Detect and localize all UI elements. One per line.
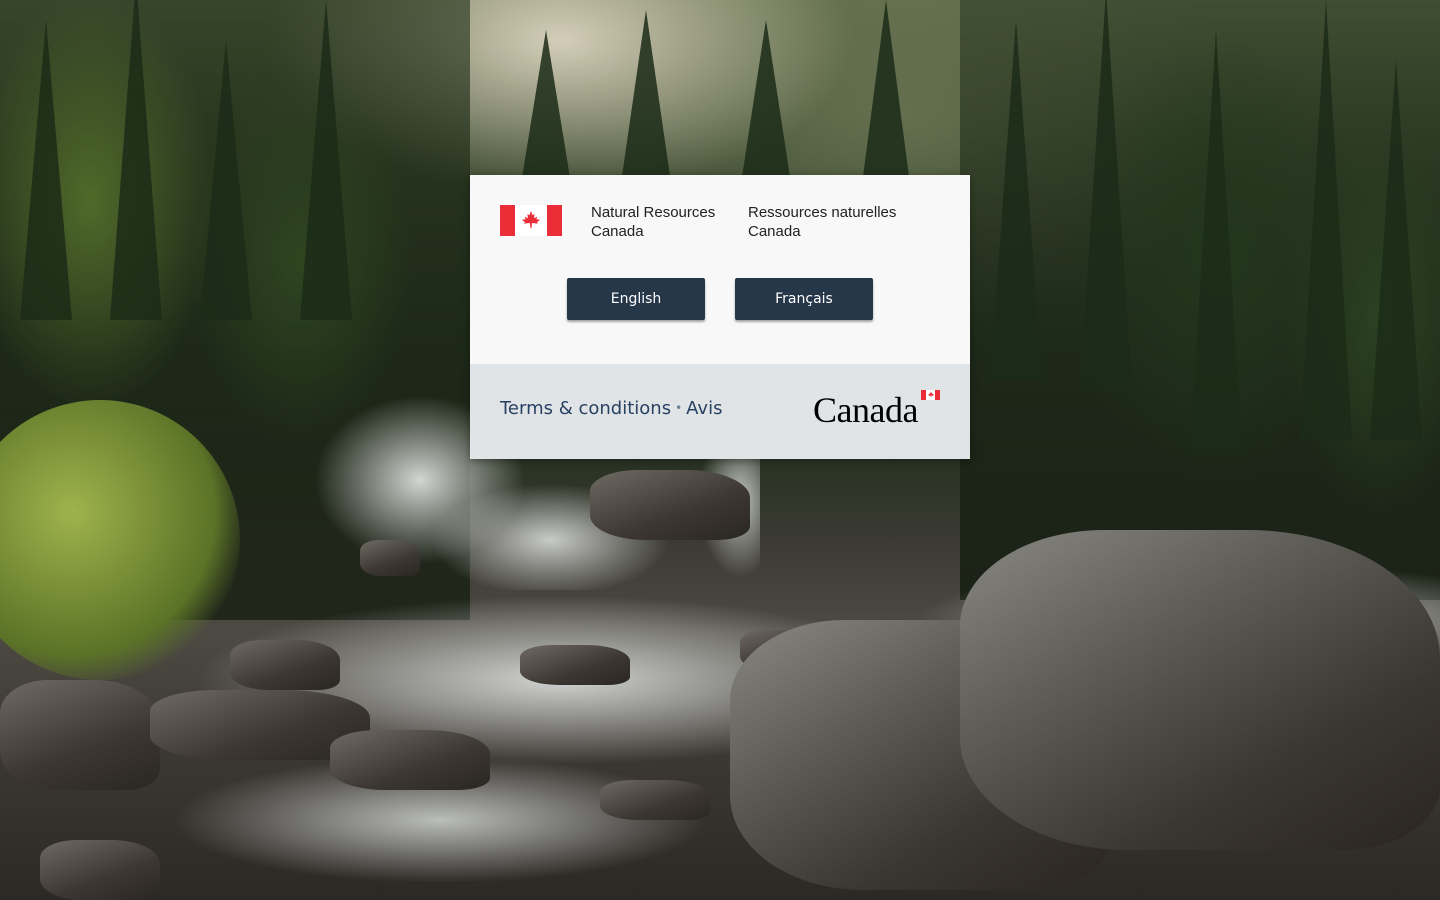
wordmark-maple-leaf-icon [927,391,934,398]
signature-en-line1: Natural Resources [591,204,716,221]
tree [110,0,162,320]
boulder [960,530,1440,850]
tree [990,20,1042,380]
tree [1080,0,1132,390]
wordmark-flag-center [926,390,935,400]
tree [1300,0,1352,440]
signature-en-line2: Canada [591,223,644,240]
canada-flag-icon [500,205,562,236]
canada-wordmark: Canada [813,388,941,428]
francais-button[interactable]: Français [735,278,873,320]
tree [520,30,572,190]
rock [360,540,420,576]
signature-english: Natural Resources Canada [591,203,715,241]
flag-red-bar-right [547,205,562,236]
rock [0,680,160,790]
rock [40,840,160,900]
rock [520,645,630,685]
tree [740,20,792,190]
signature-fr-line1: Ressources naturelles [748,204,897,221]
rock [230,640,340,690]
flag-red-bar-left [500,205,515,236]
footer-links: Terms & conditions • Avis [500,398,722,419]
terms-conditions-link[interactable]: Terms & conditions [500,398,671,419]
rock [330,730,490,790]
tree [860,0,912,200]
rock [600,780,710,820]
splash-footer: Terms & conditions • Avis Canada [470,364,970,459]
tree [200,40,252,320]
english-button[interactable]: English [567,278,705,320]
canada-wordmark-text: Canada [813,390,918,430]
maple-leaf-icon [522,210,540,228]
tree [20,20,72,320]
link-separator: • [675,401,683,415]
avis-link[interactable]: Avis [686,398,722,419]
flag-center [515,205,547,236]
wordmark-flag-bar [935,390,940,400]
rock [590,470,750,540]
tree [620,10,672,190]
canada-wordmark-flag-icon [921,390,940,400]
signature-french: Ressources naturelles Canada [748,203,896,241]
signature-fr-line2: Canada [748,223,801,240]
splash-header: Natural Resources Canada Ressources natu… [470,175,970,364]
splash-card: Natural Resources Canada Ressources natu… [470,175,970,459]
tree [1190,30,1242,450]
tree [300,0,352,320]
tree [1370,60,1422,440]
